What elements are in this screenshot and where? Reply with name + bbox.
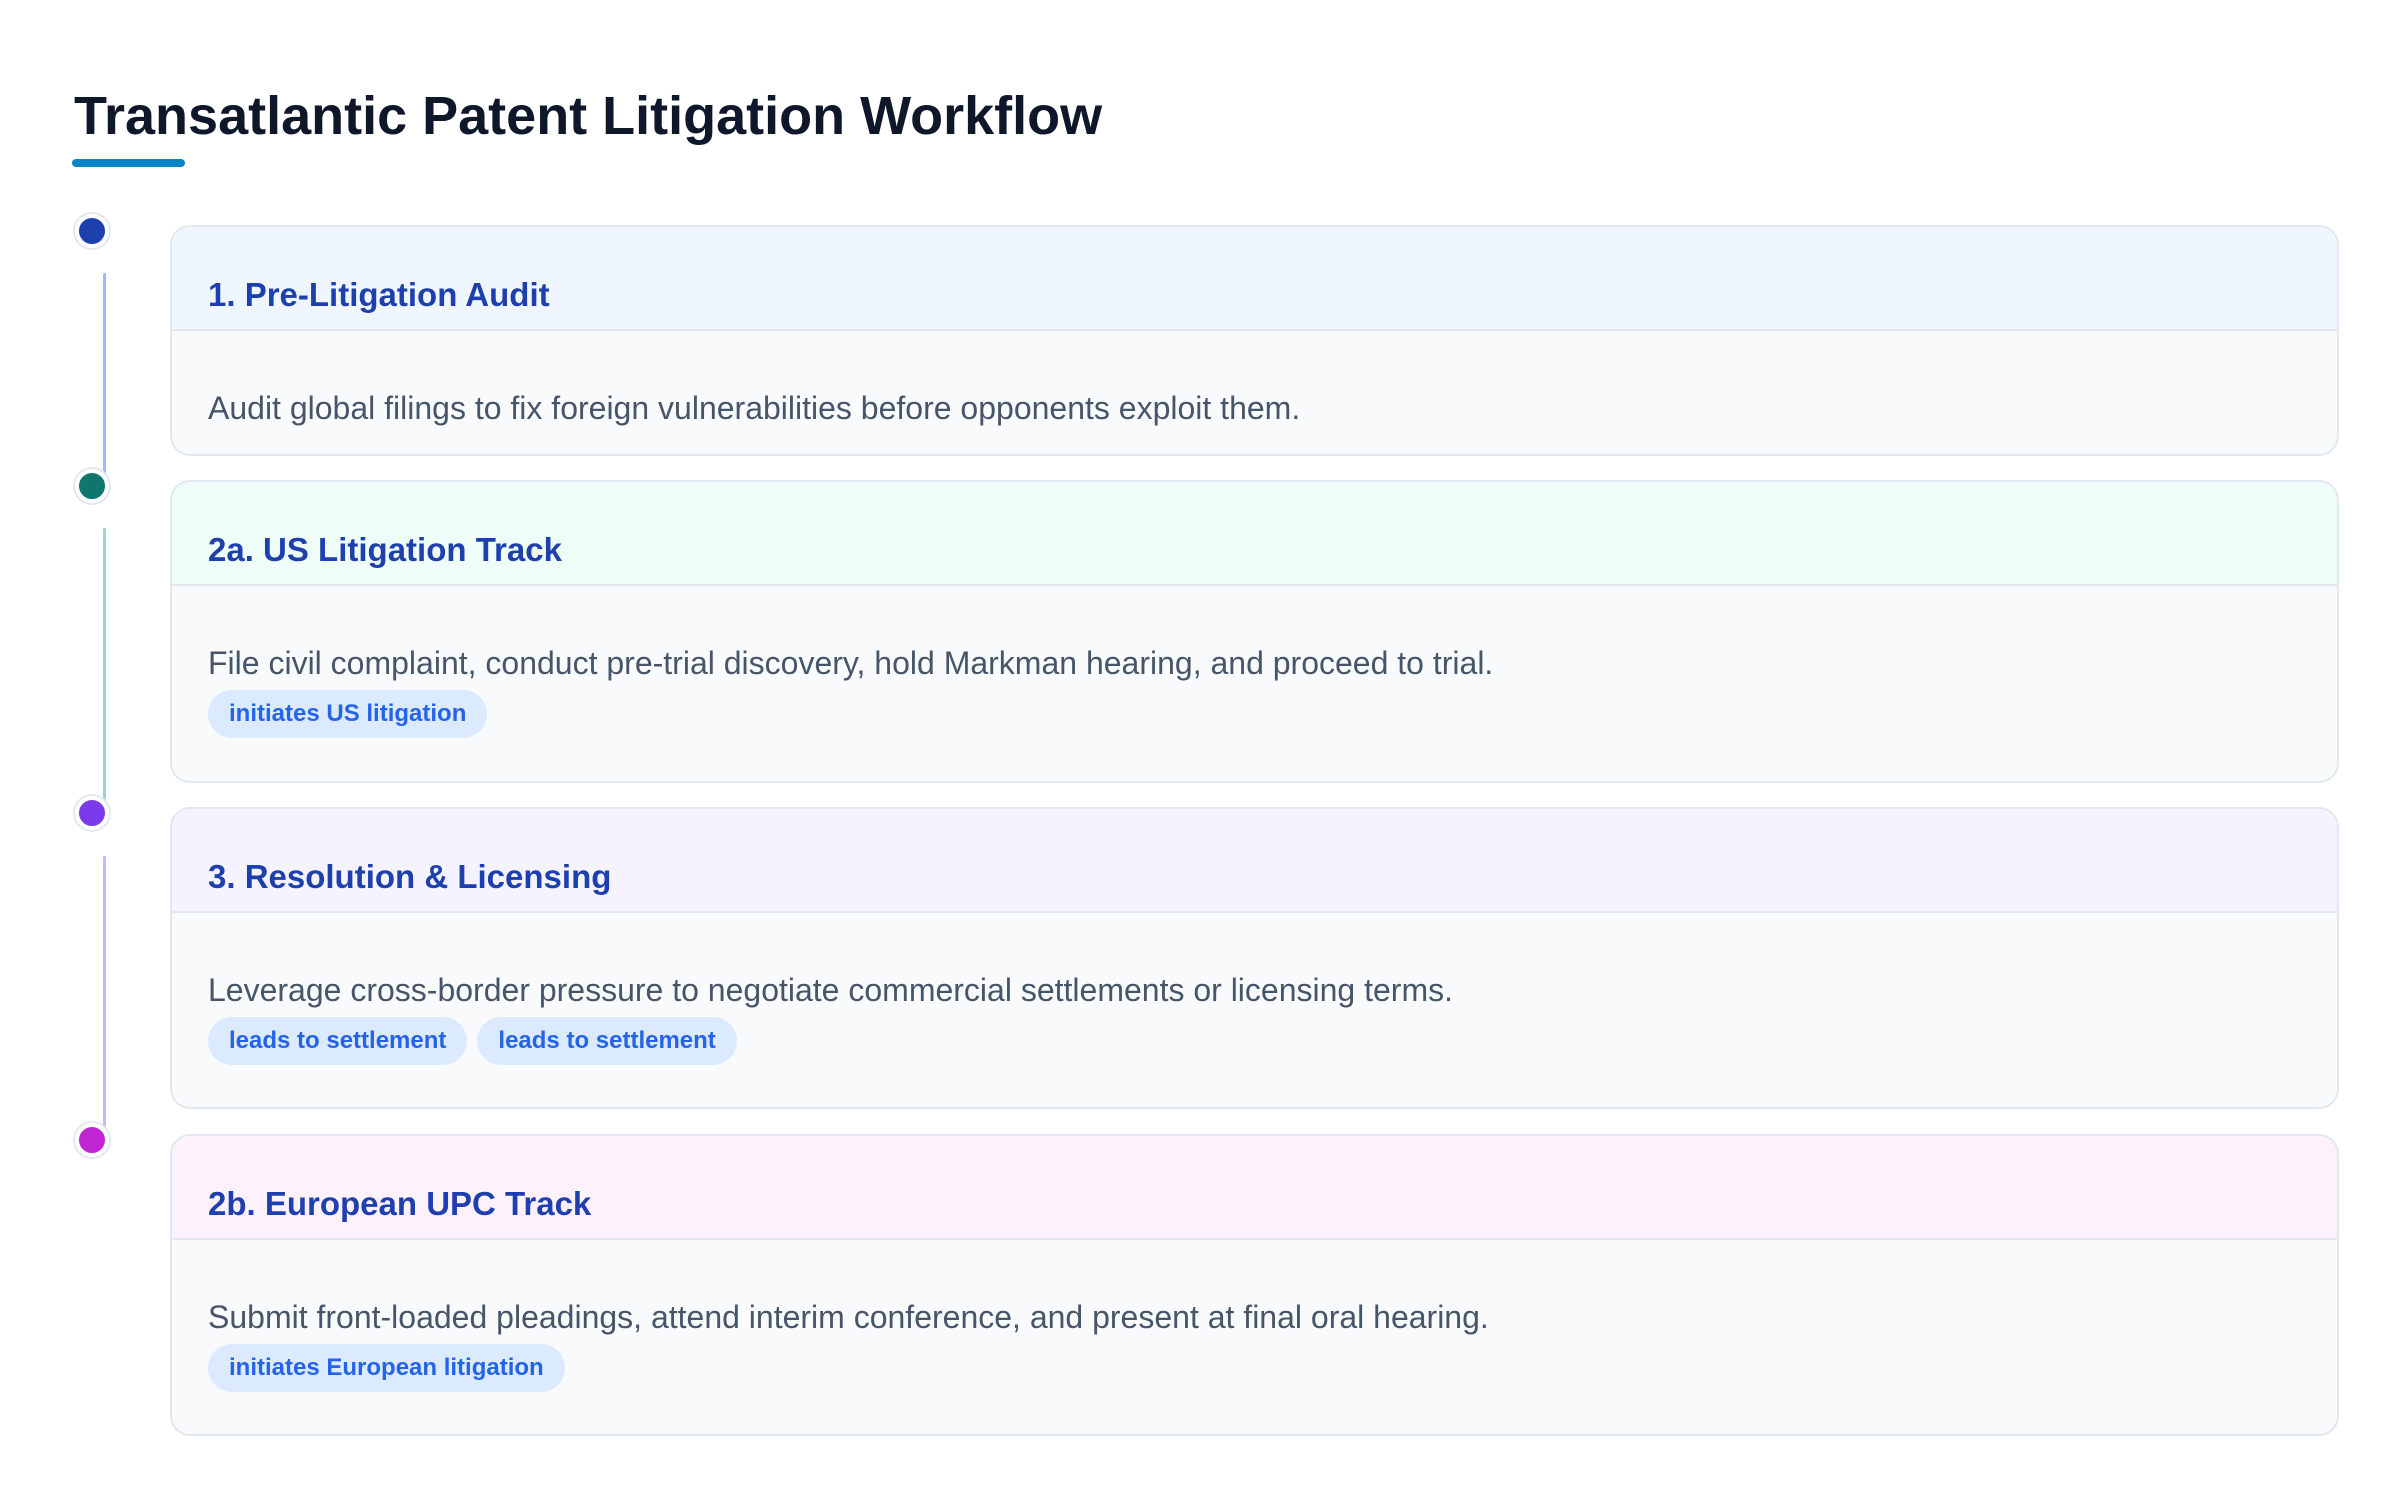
step-card-header: 3. Resolution & Licensing [172,809,2337,913]
step-card-pre-litigation-audit: 1. Pre-Litigation Audit Audit global fil… [170,225,2339,456]
step-card-body: File civil complaint, conduct pre-trial … [172,586,2337,738]
step-card-body: Submit front-loaded pleadings, attend in… [172,1240,2337,1392]
step-card-header: 1. Pre-Litigation Audit [172,227,2337,331]
step-card-header: 2a. US Litigation Track [172,482,2337,586]
step-tags: leads to settlement leads to settlement [208,1017,2337,1065]
step-description: Leverage cross-border pressure to negoti… [208,972,1453,1008]
step-title: 1. Pre-Litigation Audit [208,276,550,313]
relation-tag: leads to settlement [477,1017,737,1065]
timeline-dot-step-3 [75,796,109,830]
timeline-dot-step-1 [75,214,109,248]
relation-tag: leads to settlement [208,1017,468,1065]
step-tags: initiates US litigation [208,690,2337,738]
timeline-connector-1 [103,273,106,483]
timeline-connector-3 [103,856,106,1136]
step-card-resolution-licensing: 3. Resolution & Licensing Leverage cross… [170,807,2339,1109]
step-card-header: 2b. European UPC Track [172,1136,2337,1240]
step-title: 3. Resolution & Licensing [208,858,612,895]
relation-tag: initiates US litigation [208,690,488,738]
step-description: File civil complaint, conduct pre-trial … [208,645,1494,681]
relation-tag: initiates European litigation [208,1344,565,1392]
step-title: 2a. US Litigation Track [208,531,562,568]
step-tags: initiates European litigation [208,1344,2337,1392]
timeline-connector-2 [103,528,106,810]
timeline: 1. Pre-Litigation Audit Audit global fil… [0,0,2400,1502]
workflow-page: Transatlantic Patent Litigation Workflow… [0,0,2400,1502]
step-card-body: Audit global filings to fix foreign vuln… [172,331,2337,429]
step-card-european-upc-track: 2b. European UPC Track Submit front-load… [170,1134,2339,1436]
step-description: Submit front-loaded pleadings, attend in… [208,1299,1489,1335]
step-description: Audit global filings to fix foreign vuln… [208,390,1301,426]
step-card-body: Leverage cross-border pressure to negoti… [172,913,2337,1065]
timeline-dot-step-2a [75,469,109,503]
step-card-us-litigation-track: 2a. US Litigation Track File civil compl… [170,480,2339,783]
timeline-dot-step-2b [75,1123,109,1157]
step-title: 2b. European UPC Track [208,1185,592,1222]
